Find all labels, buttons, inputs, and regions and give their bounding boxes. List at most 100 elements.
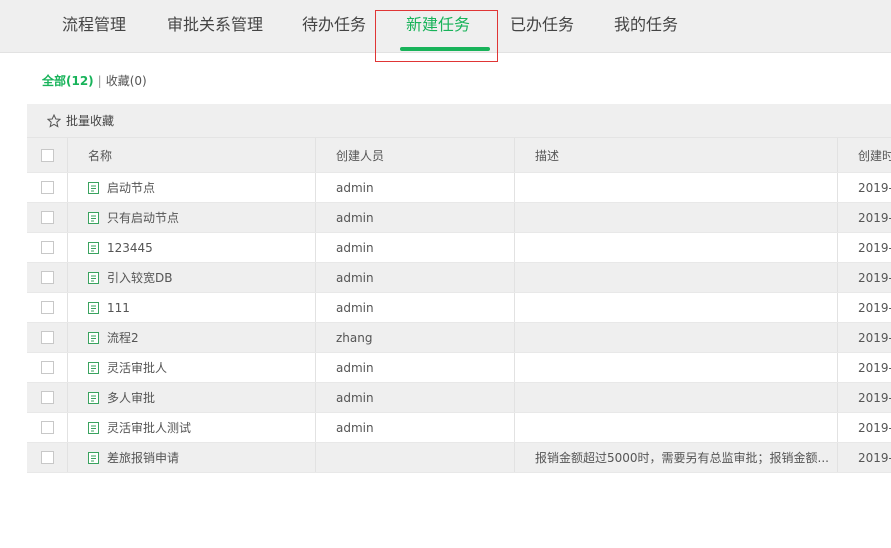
row-check-cell — [27, 293, 68, 322]
row-checkbox[interactable] — [40, 301, 54, 314]
column-header-created-time[interactable]: 创建时 — [838, 138, 891, 172]
row-checkbox[interactable] — [40, 211, 54, 224]
table-row[interactable]: 多人审批 admin 2019-0 — [27, 383, 891, 413]
table-row[interactable]: 启动节点 admin 2019-0 — [27, 173, 891, 203]
row-checkbox[interactable] — [40, 451, 54, 464]
row-check-cell — [27, 353, 68, 382]
row-created-time: 2019-0 — [858, 300, 891, 315]
batch-favorite-button[interactable]: 批量收藏 — [66, 112, 114, 129]
header-check-cell — [27, 138, 68, 172]
column-header-description[interactable]: 描述 — [515, 138, 838, 172]
row-created-time: 2019-0 — [858, 210, 891, 225]
row-name-cell[interactable]: 灵活审批人测试 — [68, 413, 316, 442]
row-creator: admin — [316, 173, 515, 202]
row-name-cell[interactable]: 引入较宽DB — [68, 263, 316, 292]
row-name[interactable]: 只有启动节点 — [107, 209, 179, 226]
row-checkbox[interactable] — [40, 361, 54, 374]
row-check-cell — [27, 233, 68, 262]
row-created-time: 2019-0 — [858, 420, 891, 435]
row-name[interactable]: 灵活审批人 — [107, 359, 167, 376]
tab-pending-tasks[interactable]: 待办任务 — [302, 0, 366, 52]
row-created-time: 2019-0 — [858, 180, 891, 195]
row-description-cell: 报销金额超过5000时，需要另有总监审批；报销金额... — [515, 443, 838, 472]
row-name-cell[interactable]: 差旅报销申请 — [68, 443, 316, 472]
process-doc-icon — [88, 181, 99, 194]
row-name[interactable]: 多人审批 — [107, 389, 155, 406]
row-name[interactable]: 启动节点 — [107, 179, 155, 196]
tab-process-management[interactable]: 流程管理 — [62, 0, 126, 52]
filter-all[interactable]: 全部(12) — [42, 74, 94, 88]
row-name-cell[interactable]: 多人审批 — [68, 383, 316, 412]
row-name[interactable]: 123445 — [107, 241, 153, 255]
row-creator: admin — [316, 233, 515, 262]
row-creator: admin — [316, 293, 515, 322]
row-checkbox[interactable] — [40, 241, 54, 254]
tab-approval-relation-management[interactable]: 审批关系管理 — [167, 0, 263, 52]
row-created-time: 2019-0 — [858, 360, 891, 375]
tab-done-tasks[interactable]: 已办任务 — [510, 0, 574, 52]
process-doc-icon — [88, 391, 99, 404]
table-toolbar: 批量收藏 — [27, 104, 891, 138]
row-checkbox[interactable] — [40, 271, 54, 284]
process-doc-icon — [88, 421, 99, 434]
task-table: 批量收藏 名称 创建人员 描述 创建时 启动节点 admin 2019-0 — [27, 104, 891, 473]
row-description-cell — [515, 233, 838, 262]
active-tab-indicator — [400, 47, 490, 51]
row-name[interactable]: 流程2 — [107, 329, 139, 346]
select-all-checkbox[interactable] — [40, 148, 54, 162]
row-name[interactable]: 差旅报销申请 — [107, 449, 179, 466]
table-row[interactable]: 引入较宽DB admin 2019-0 — [27, 263, 891, 293]
table-row[interactable]: 灵活审批人 admin 2019-0 — [27, 353, 891, 383]
row-name-cell[interactable]: 123445 — [68, 233, 316, 262]
row-description-cell — [515, 383, 838, 412]
row-checkbox[interactable] — [40, 391, 54, 404]
table-row[interactable]: 只有启动节点 admin 2019-0 — [27, 203, 891, 233]
row-name[interactable]: 灵活审批人测试 — [107, 419, 191, 436]
row-name-cell[interactable]: 111 — [68, 293, 316, 322]
filter-bar: 全部(12) | 收藏(0) — [42, 72, 147, 89]
tab-new-task[interactable]: 新建任务 — [406, 0, 470, 52]
process-doc-icon — [88, 301, 99, 314]
column-header-name[interactable]: 名称 — [68, 138, 316, 172]
table-row[interactable]: 差旅报销申请 报销金额超过5000时，需要另有总监审批；报销金额... 2019… — [27, 443, 891, 473]
row-creator: admin — [316, 353, 515, 382]
column-header-creator[interactable]: 创建人员 — [316, 138, 515, 172]
process-doc-icon — [88, 211, 99, 224]
row-created-time: 2019-0 — [858, 390, 891, 405]
row-description: 报销金额超过5000时，需要另有总监审批；报销金额... — [535, 451, 829, 465]
row-check-cell — [27, 173, 68, 202]
row-creator: admin — [316, 413, 515, 442]
row-created-time: 2019-0 — [858, 240, 891, 255]
table-row[interactable]: 流程2 zhang 2019-0 — [27, 323, 891, 353]
filter-favorites[interactable]: 收藏(0) — [106, 74, 147, 88]
row-creator: admin — [316, 383, 515, 412]
table-row[interactable]: 123445 admin 2019-0 — [27, 233, 891, 263]
row-description-cell — [515, 203, 838, 232]
row-check-cell — [27, 323, 68, 352]
row-checkbox[interactable] — [40, 331, 54, 344]
row-check-cell — [27, 413, 68, 442]
tab-my-tasks[interactable]: 我的任务 — [614, 0, 678, 52]
table-row[interactable]: 灵活审批人测试 admin 2019-0 — [27, 413, 891, 443]
row-name-cell[interactable]: 只有启动节点 — [68, 203, 316, 232]
row-name-cell[interactable]: 流程2 — [68, 323, 316, 352]
table-row[interactable]: 111 admin 2019-0 — [27, 293, 891, 323]
table-body: 启动节点 admin 2019-0 只有启动节点 admin 2019-0 — [27, 173, 891, 473]
row-name[interactable]: 111 — [107, 301, 130, 315]
row-checkbox[interactable] — [40, 181, 54, 194]
star-outline-icon[interactable] — [47, 113, 61, 128]
process-doc-icon — [88, 241, 99, 254]
row-created-time: 2019-0 — [858, 330, 891, 345]
table-header: 名称 创建人员 描述 创建时 — [27, 138, 891, 173]
row-name-cell[interactable]: 灵活审批人 — [68, 353, 316, 382]
row-creator: admin — [316, 263, 515, 292]
row-description-cell — [515, 413, 838, 442]
row-creator — [316, 443, 515, 472]
row-checkbox[interactable] — [40, 421, 54, 434]
row-name-cell[interactable]: 启动节点 — [68, 173, 316, 202]
row-check-cell — [27, 383, 68, 412]
row-name[interactable]: 引入较宽DB — [107, 269, 172, 286]
row-check-cell — [27, 263, 68, 292]
row-description-cell — [515, 173, 838, 202]
row-creator: admin — [316, 203, 515, 232]
